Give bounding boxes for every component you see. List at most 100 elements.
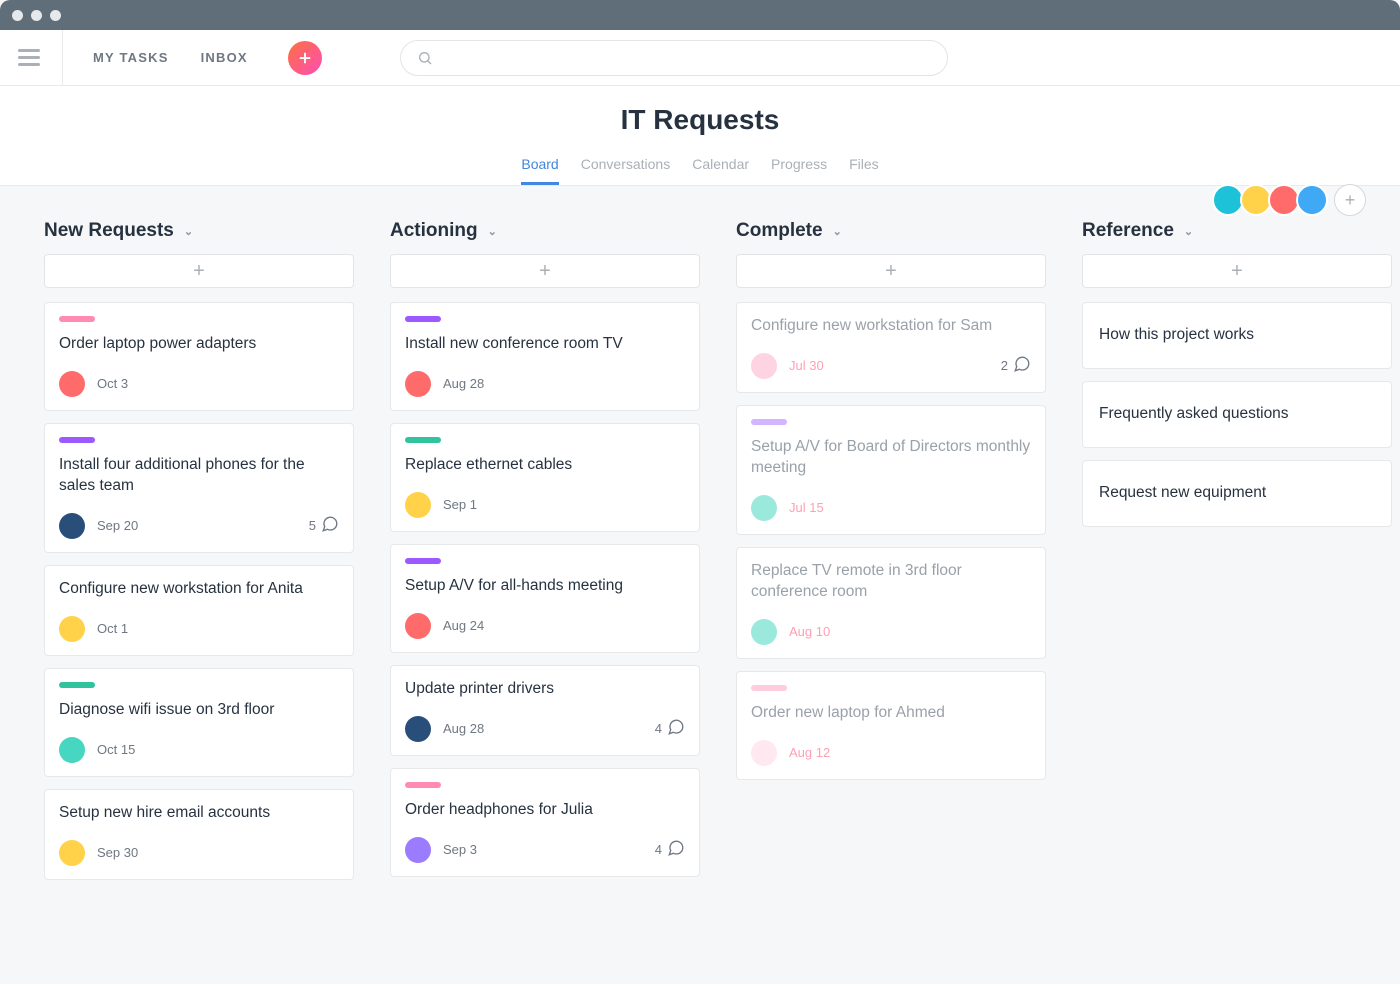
card-title: Install new conference room TV bbox=[405, 334, 685, 355]
comment-icon bbox=[321, 515, 339, 536]
card-title: Replace TV remote in 3rd floor conferenc… bbox=[751, 561, 1031, 603]
add-card-button[interactable]: + bbox=[1082, 254, 1392, 288]
task-card[interactable]: Setup A/V for Board of Directors monthly… bbox=[736, 405, 1046, 535]
tab-board[interactable]: Board bbox=[521, 156, 558, 185]
card-date: Jul 30 bbox=[789, 358, 824, 373]
task-card[interactable]: Install new conference room TV Aug 28 bbox=[390, 302, 700, 411]
card-meta: Aug 28 bbox=[405, 371, 685, 397]
task-card[interactable]: Order headphones for Julia Sep 34 bbox=[390, 768, 700, 877]
assignee-avatar bbox=[59, 371, 85, 397]
new-button[interactable] bbox=[288, 41, 322, 75]
card-title: Install four additional phones for the s… bbox=[59, 455, 339, 497]
card-meta: Sep 30 bbox=[59, 840, 339, 866]
comment-icon bbox=[1013, 355, 1031, 376]
assignee-avatar bbox=[59, 513, 85, 539]
assignee-avatar bbox=[751, 740, 777, 766]
card-title: Diagnose wifi issue on 3rd floor bbox=[59, 700, 339, 721]
task-card[interactable]: How this project works bbox=[1082, 302, 1392, 369]
task-card[interactable]: Request new equipment bbox=[1082, 460, 1392, 527]
member-avatar[interactable] bbox=[1296, 184, 1328, 216]
assignee-avatar bbox=[59, 616, 85, 642]
column: New Requests⌄ + Order laptop power adapter… bbox=[44, 220, 354, 892]
card-title: Configure new workstation for Sam bbox=[751, 316, 1031, 337]
comment-count: 2 bbox=[1001, 358, 1008, 373]
window-dot[interactable] bbox=[12, 10, 23, 21]
task-card[interactable]: Frequently asked questions bbox=[1082, 381, 1392, 448]
chevron-down-icon: ⌄ bbox=[1184, 225, 1193, 238]
search-icon bbox=[417, 50, 433, 66]
task-card[interactable]: Configure new workstation for Sam Jul 30 2 bbox=[736, 302, 1046, 393]
card-title: Frequently asked questions bbox=[1099, 404, 1375, 425]
board: New Requests⌄ + Order laptop power adapter… bbox=[0, 186, 1400, 892]
card-date: Sep 30 bbox=[97, 845, 138, 860]
card-date: Aug 12 bbox=[789, 745, 830, 760]
task-card[interactable]: Order laptop power adaptersOct 3 bbox=[44, 302, 354, 411]
card-title: Request new equipment bbox=[1099, 483, 1375, 504]
tab-progress[interactable]: Progress bbox=[771, 156, 827, 185]
assignee-avatar bbox=[59, 840, 85, 866]
task-card[interactable]: Diagnose wifi issue on 3rd floorOct 15 bbox=[44, 668, 354, 777]
assignee-avatar bbox=[405, 613, 431, 639]
add-card-button[interactable]: + bbox=[390, 254, 700, 288]
task-card[interactable]: Setup A/V for all-hands meeting Aug 24 bbox=[390, 544, 700, 653]
tab-calendar[interactable]: Calendar bbox=[692, 156, 749, 185]
add-card-button[interactable]: + bbox=[44, 254, 354, 288]
card-date: Sep 20 bbox=[97, 518, 138, 533]
add-card-button[interactable]: + bbox=[736, 254, 1046, 288]
card-date: Aug 24 bbox=[443, 618, 484, 633]
task-card[interactable]: Install four additional phones for the s… bbox=[44, 423, 354, 553]
task-card[interactable]: Order new laptop for Ahmed Aug 12 bbox=[736, 671, 1046, 780]
add-member-button[interactable]: + bbox=[1334, 184, 1366, 216]
task-card[interactable]: Replace ethernet cables Sep 1 bbox=[390, 423, 700, 532]
card-tag bbox=[751, 419, 787, 425]
card-meta: Jul 30 2 bbox=[751, 353, 1031, 379]
nav-inbox[interactable]: INBOX bbox=[201, 50, 248, 65]
column-header[interactable]: Reference⌄ bbox=[1082, 220, 1392, 242]
card-date: Aug 10 bbox=[789, 624, 830, 639]
card-title: Order headphones for Julia bbox=[405, 800, 685, 821]
assignee-avatar bbox=[751, 619, 777, 645]
column-header[interactable]: Actioning⌄ bbox=[390, 220, 700, 242]
nav-my-tasks[interactable]: MY TASKS bbox=[93, 50, 169, 65]
comment-count: 4 bbox=[655, 842, 662, 857]
search-input[interactable] bbox=[400, 40, 948, 76]
top-nav: MY TASKS INBOX bbox=[93, 41, 322, 75]
card-date: Oct 1 bbox=[97, 621, 128, 636]
task-card[interactable]: Update printer driversAug 284 bbox=[390, 665, 700, 756]
card-title: Configure new workstation for Anita bbox=[59, 579, 339, 600]
menu-icon[interactable] bbox=[18, 30, 63, 86]
card-tag bbox=[405, 437, 441, 443]
card-meta: Oct 3 bbox=[59, 371, 339, 397]
column-header[interactable]: New Requests⌄ bbox=[44, 220, 354, 242]
comment-count: 5 bbox=[309, 518, 316, 533]
card-date: Sep 1 bbox=[443, 497, 477, 512]
card-title: Replace ethernet cables bbox=[405, 455, 685, 476]
card-tag bbox=[751, 685, 787, 691]
card-tag bbox=[405, 558, 441, 564]
chevron-down-icon: ⌄ bbox=[184, 225, 193, 238]
plus-icon bbox=[296, 49, 314, 67]
card-meta: Sep 34 bbox=[405, 837, 685, 863]
topbar: MY TASKS INBOX bbox=[0, 30, 1400, 86]
card-tag bbox=[59, 682, 95, 688]
task-card[interactable]: Replace TV remote in 3rd floor conferenc… bbox=[736, 547, 1046, 659]
tab-conversations[interactable]: Conversations bbox=[581, 156, 671, 185]
window-dot[interactable] bbox=[50, 10, 61, 21]
task-card[interactable]: Configure new workstation for Anita Oct 1 bbox=[44, 565, 354, 656]
card-comments: 5 bbox=[309, 515, 339, 536]
card-title: Setup new hire email accounts bbox=[59, 803, 339, 824]
window-dot[interactable] bbox=[31, 10, 42, 21]
column-header[interactable]: Complete⌄ bbox=[736, 220, 1046, 242]
column: Reference⌄ + How this project works Frequen… bbox=[1082, 220, 1392, 892]
column: Complete⌄ + Configure new workstation for … bbox=[736, 220, 1046, 892]
project-title: IT Requests bbox=[0, 104, 1400, 136]
window-chrome bbox=[0, 0, 1400, 30]
card-tag bbox=[405, 782, 441, 788]
assignee-avatar bbox=[405, 716, 431, 742]
card-title: Order new laptop for Ahmed bbox=[751, 703, 1031, 724]
card-title: Setup A/V for all-hands meeting bbox=[405, 576, 685, 597]
task-card[interactable]: Setup new hire email accounts Sep 30 bbox=[44, 789, 354, 880]
tab-files[interactable]: Files bbox=[849, 156, 879, 185]
comment-icon bbox=[667, 839, 685, 860]
column-title: Actioning bbox=[390, 220, 478, 242]
